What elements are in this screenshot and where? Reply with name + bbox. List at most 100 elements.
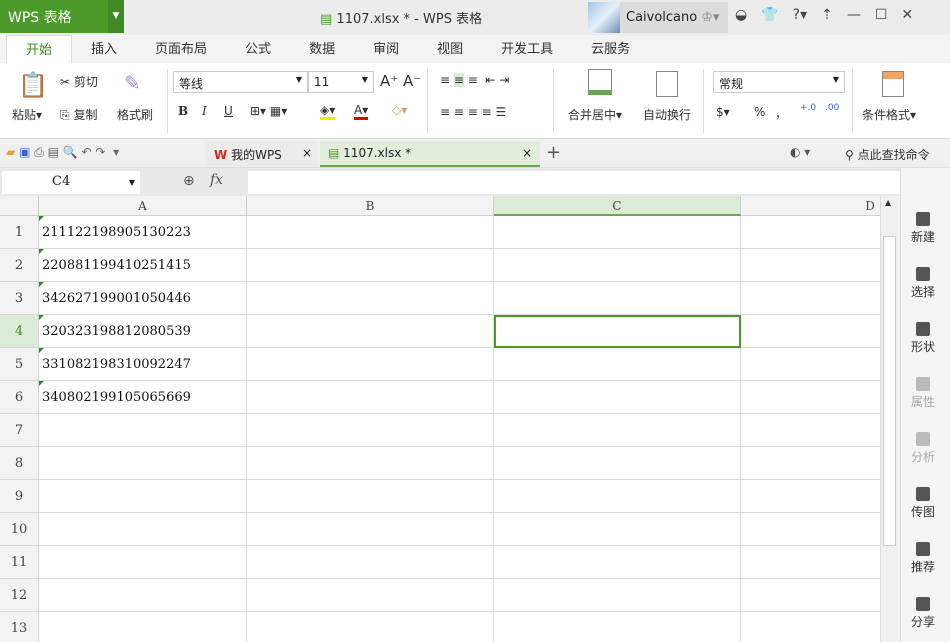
cut-button[interactable]: ✂ 剪切 bbox=[60, 73, 98, 90]
align-top-icon[interactable]: ≡ ≡ ≡ ⇤ ⇥ bbox=[440, 73, 509, 87]
column-header-B[interactable]: B bbox=[247, 196, 494, 216]
cell-A2[interactable]: 220881199410251415 bbox=[39, 249, 247, 282]
cell-B8[interactable] bbox=[247, 447, 494, 480]
skin-icon[interactable]: ◒ bbox=[735, 7, 747, 23]
zoom-lookup-icon[interactable]: ⊕ bbox=[183, 173, 195, 189]
toolbar-icons[interactable]: ◐ ▾ bbox=[790, 145, 810, 159]
cell-C13[interactable] bbox=[494, 612, 741, 642]
font-color-icon[interactable]: A▾ bbox=[354, 103, 369, 120]
column-header-A[interactable]: A bbox=[39, 196, 247, 216]
sidebar-item-2[interactable]: 形状 bbox=[901, 322, 945, 355]
tab-2[interactable]: 页面布局 bbox=[136, 35, 226, 63]
cell-D6[interactable] bbox=[741, 381, 880, 414]
tab-7[interactable]: 开发工具 bbox=[482, 35, 572, 63]
cell-D13[interactable] bbox=[741, 612, 880, 642]
row-header-10[interactable]: 10 bbox=[0, 513, 39, 546]
column-header-D[interactable]: D bbox=[741, 196, 880, 216]
cell-A1[interactable]: 211122198905130223 bbox=[39, 216, 247, 249]
tab-8[interactable]: 云服务 bbox=[572, 35, 649, 63]
row-header-5[interactable]: 5 bbox=[0, 348, 39, 381]
cell-C10[interactable] bbox=[494, 513, 741, 546]
new-tab-button[interactable]: + bbox=[546, 142, 561, 163]
cell-B10[interactable] bbox=[247, 513, 494, 546]
cell-B5[interactable] bbox=[247, 348, 494, 381]
cell-B3[interactable] bbox=[247, 282, 494, 315]
cell-C11[interactable] bbox=[494, 546, 741, 579]
wps-menu-button[interactable]: WPS 表格 ▼ bbox=[0, 0, 124, 33]
align-left-icon[interactable]: ≡ ≡ ≡ ≡ ☰ bbox=[440, 105, 506, 119]
cell-D9[interactable] bbox=[741, 480, 880, 513]
sidebar-item-7[interactable]: 分享 bbox=[901, 597, 945, 630]
spreadsheet-grid[interactable]: A B C D 1 211122198905130223 2 2208811994102514… bbox=[0, 196, 880, 642]
row-header-11[interactable]: 11 bbox=[0, 546, 39, 579]
cell-C2[interactable] bbox=[494, 249, 741, 282]
comma-button[interactable]: ， bbox=[775, 105, 787, 122]
tab-0[interactable]: 开始 bbox=[6, 35, 73, 63]
cell-C12[interactable] bbox=[494, 579, 741, 612]
row-header-2[interactable]: 2 bbox=[0, 249, 39, 282]
format-painter-button[interactable]: 格式刷 bbox=[117, 106, 153, 123]
formula-input[interactable] bbox=[248, 171, 900, 194]
underline-button[interactable]: U bbox=[224, 104, 233, 118]
tab-1107-xlsx[interactable]: ▤ 1107.xlsx * × bbox=[320, 141, 540, 167]
font-size-select[interactable]: 11 ▼ bbox=[308, 71, 374, 93]
cell-D8[interactable] bbox=[741, 447, 880, 480]
border-icon[interactable]: ⊞▾ ▦▾ bbox=[250, 104, 287, 118]
quick-access-icons[interactable]: ▰ ▣ ⎙ ▤ 🔍 ↶ ↷ ▾ bbox=[6, 145, 119, 160]
close-tab-icon[interactable]: × bbox=[302, 146, 312, 160]
cell-C1[interactable] bbox=[494, 216, 741, 249]
command-search[interactable]: ⚲ 点此查找命令 bbox=[845, 146, 930, 163]
cell-B6[interactable] bbox=[247, 381, 494, 414]
decrease-decimal-button[interactable]: .00 bbox=[825, 103, 839, 113]
cell-B2[interactable] bbox=[247, 249, 494, 282]
tab-4[interactable]: 数据 bbox=[290, 35, 354, 63]
currency-icon[interactable]: $▾ bbox=[716, 105, 730, 119]
minimize-button[interactable]: — bbox=[847, 7, 861, 23]
row-header-9[interactable]: 9 bbox=[0, 480, 39, 513]
cell-B4[interactable] bbox=[247, 315, 494, 348]
cell-D12[interactable] bbox=[741, 579, 880, 612]
tab-1[interactable]: 插入 bbox=[72, 35, 136, 63]
cell-C5[interactable] bbox=[494, 348, 741, 381]
copy-button[interactable]: ⎘ 复制 bbox=[60, 106, 97, 123]
cell-A7[interactable] bbox=[39, 414, 247, 447]
cell-A5[interactable]: 331082198310092247 bbox=[39, 348, 247, 381]
cell-B9[interactable] bbox=[247, 480, 494, 513]
cell-C6[interactable] bbox=[494, 381, 741, 414]
wrap-text-button[interactable]: 自动换行 bbox=[643, 106, 691, 123]
cell-A3[interactable]: 342627199001050446 bbox=[39, 282, 247, 315]
percent-button[interactable]: % bbox=[754, 105, 765, 119]
cell-C7[interactable] bbox=[494, 414, 741, 447]
tab-3[interactable]: 公式 bbox=[226, 35, 290, 63]
cell-D4[interactable] bbox=[741, 315, 880, 348]
cell-C3[interactable] bbox=[494, 282, 741, 315]
close-tab-icon[interactable]: × bbox=[522, 146, 532, 160]
bold-button[interactable]: B bbox=[178, 104, 188, 118]
restore-up-icon[interactable]: ⇡ bbox=[821, 7, 833, 23]
number-format-select[interactable]: 常规 ▼ bbox=[713, 71, 845, 93]
cell-A4[interactable]: 320323198812080539 bbox=[39, 315, 247, 348]
help-icon[interactable]: ?▾ bbox=[793, 7, 807, 23]
paste-button[interactable]: 粘贴▾ bbox=[12, 106, 42, 123]
sidebar-item-4[interactable]: 分析 bbox=[901, 432, 945, 465]
italic-button[interactable]: I bbox=[202, 104, 207, 118]
cell-B13[interactable] bbox=[247, 612, 494, 642]
cell-A12[interactable] bbox=[39, 579, 247, 612]
sidebar-item-6[interactable]: 推荐 bbox=[901, 542, 945, 575]
shirt-icon[interactable]: 👕 bbox=[761, 7, 778, 23]
row-header-6[interactable]: 6 bbox=[0, 381, 39, 414]
column-header-C[interactable]: C bbox=[494, 196, 741, 216]
font-family-select[interactable]: 等线 ▼ bbox=[173, 71, 308, 93]
cell-A11[interactable] bbox=[39, 546, 247, 579]
cell-C8[interactable] bbox=[494, 447, 741, 480]
cell-B12[interactable] bbox=[247, 579, 494, 612]
cell-C9[interactable] bbox=[494, 480, 741, 513]
scrollbar-thumb[interactable] bbox=[883, 236, 896, 546]
cell-A6[interactable]: 340802199105065669 bbox=[39, 381, 247, 414]
cell-B7[interactable] bbox=[247, 414, 494, 447]
fx-button[interactable]: fx bbox=[210, 172, 223, 188]
fill-color-icon[interactable]: ◈▾ bbox=[320, 103, 336, 120]
sidebar-item-1[interactable]: 选择 bbox=[901, 267, 945, 300]
cell-B1[interactable] bbox=[247, 216, 494, 249]
select-all-corner[interactable] bbox=[0, 196, 39, 216]
